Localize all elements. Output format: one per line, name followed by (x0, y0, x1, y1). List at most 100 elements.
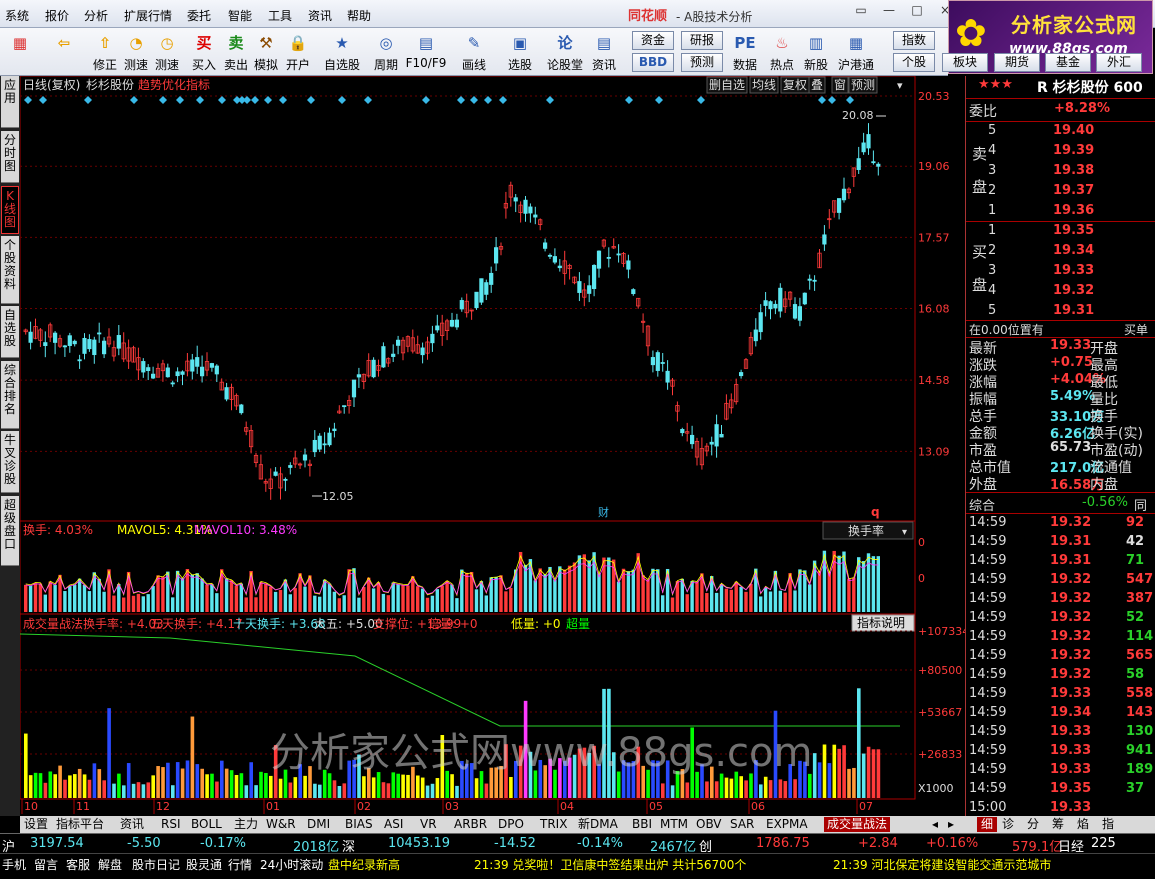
status-item[interactable]: 解盘 (98, 856, 122, 873)
panel-tab[interactable]: 焰 (1077, 817, 1089, 832)
left-tab-2[interactable]: K线图 (1, 186, 19, 234)
indicator-tab[interactable]: EXPMA (766, 817, 808, 832)
restore-icon[interactable]: ▭ (848, 0, 874, 22)
status-item[interactable]: 手机 (2, 856, 26, 873)
volstrat-bar (224, 768, 229, 798)
menu-extended[interactable]: 扩展行情 (124, 7, 172, 24)
indicator-tab[interactable]: BIAS (345, 817, 373, 832)
doc-button[interactable]: ▤ 资讯 (582, 30, 626, 74)
period-button[interactable]: ◎ 周期 (364, 30, 408, 74)
indicator-tab[interactable]: 成交量战法 (824, 817, 891, 832)
new-button[interactable]: ▥ 新股 (794, 30, 838, 74)
pen-button[interactable]: ✎ 画线 (452, 30, 496, 74)
hammer-button[interactable]: ⚒ 模拟 (250, 30, 282, 74)
menu-help[interactable]: 帮助 (347, 7, 371, 24)
volstrat-bar (719, 773, 724, 798)
bbd-button[interactable]: BBD (632, 53, 674, 72)
left-tab-5[interactable]: 综合排名 (1, 361, 19, 429)
menu-analysis[interactable]: 分析 (84, 7, 108, 24)
news-ticker-1[interactable]: 盘中纪录新高 (328, 856, 400, 873)
panel-tab[interactable]: 指 (1102, 817, 1114, 832)
panel-tab[interactable]: 筹 (1052, 817, 1064, 832)
news-ticker-2[interactable]: 21:39 兑奖啦！卫信康中签结果出炉 共计56700个 (474, 856, 746, 873)
candle-body (768, 301, 773, 310)
indicator-tab[interactable]: SAR (730, 817, 754, 832)
clock-button[interactable]: ◷ 测速 (151, 30, 183, 74)
indicator-tab[interactable]: MTM (660, 817, 688, 832)
minimize-icon[interactable]: — (876, 0, 902, 22)
indicator-tab[interactable]: 主力 (234, 817, 258, 832)
buy-button[interactable]: 买买入 (188, 30, 220, 74)
volstrat-bar (234, 774, 239, 798)
scroll-right-icon[interactable]: ▸ (948, 817, 954, 832)
indicator-tab[interactable]: 指标平台 (56, 817, 104, 832)
fund2-button[interactable]: 基金 (1045, 53, 1091, 72)
index-button[interactable]: 指数 (893, 31, 935, 50)
back-arrow-button[interactable]: ⇦ (48, 30, 80, 74)
stock-button[interactable]: 个股 (893, 53, 935, 72)
indicator-tab[interactable]: RSI (161, 817, 181, 832)
left-tab-0[interactable]: 应用 (1, 76, 19, 128)
panel-tab[interactable]: 分 (1027, 817, 1039, 832)
futures-button[interactable]: 期货 (994, 53, 1040, 72)
indicator-tab[interactable]: ASI (384, 817, 403, 832)
volstrat-bar (661, 783, 665, 798)
left-tab-7[interactable]: 超级盘口 (1, 496, 19, 566)
indicator-tab[interactable]: BOLL (191, 817, 222, 832)
indicator-tab[interactable]: OBV (696, 817, 722, 832)
status-item[interactable]: 留言 (34, 856, 58, 873)
lun-button[interactable]: 论论股堂 (543, 30, 587, 74)
status-item[interactable]: 客服 (66, 856, 90, 873)
menu-quote[interactable]: 报价 (45, 7, 69, 24)
news-ticker-3[interactable]: 21:39 河北保定将建设智能交通示范城市 (833, 856, 1051, 873)
hk-button[interactable]: ▦ 沪港通 (834, 30, 878, 74)
menu-tools[interactable]: 工具 (268, 7, 292, 24)
indicator-tab[interactable]: 新DMA (578, 817, 618, 832)
sector-button[interactable]: 板块 (942, 53, 988, 72)
stock-select-button[interactable]: ▣ 选股 (498, 30, 542, 74)
report-button[interactable]: 研报 (681, 31, 723, 50)
status-item[interactable]: 24小时滚动 (260, 856, 323, 873)
forex-button[interactable]: 外汇 (1096, 53, 1142, 72)
dropdown-icon[interactable]: ▾ (897, 79, 903, 92)
menu-system[interactable]: 系统 (5, 7, 29, 24)
menu-order[interactable]: 委托 (187, 7, 211, 24)
left-tab-3[interactable]: 个股资料 (1, 236, 19, 304)
left-tab-6[interactable]: 牛叉诊股 (1, 431, 19, 493)
indicator-tab[interactable]: ARBR (454, 817, 487, 832)
color-grid-button[interactable]: ▦ (4, 30, 36, 74)
indicator-tab[interactable]: VR (420, 817, 437, 832)
dropdown-icon[interactable]: ▾ (902, 527, 907, 538)
status-item[interactable]: 股市日记 (132, 856, 180, 873)
indicator-tab[interactable]: DPO (498, 817, 524, 832)
turnover-bar (53, 584, 57, 612)
indicator-tab[interactable]: DMI (307, 817, 330, 832)
lock-button[interactable]: 🔒 开户 (282, 30, 314, 74)
menu-smart[interactable]: 智能 (228, 7, 252, 24)
panel-tab[interactable]: 细 (977, 817, 998, 832)
volstrat-bar (822, 744, 827, 798)
fund-button[interactable]: 资金 (632, 31, 674, 50)
chart-area[interactable]: 20.53 19.06 17.57 16.08 14.58 13.09 日线(复权) 杉杉股份… (20, 76, 965, 816)
indicator-tab[interactable]: 资讯 (120, 817, 144, 832)
maximize-icon[interactable]: □ (904, 0, 930, 22)
left-tab-4[interactable]: 自选股 (1, 306, 19, 358)
indicator-tab[interactable]: BBI (632, 817, 652, 832)
menu-news[interactable]: 资讯 (308, 7, 332, 24)
left-tab-1[interactable]: 分时图 (1, 131, 19, 183)
up-arrow-button[interactable]: ⇧ 修正 (89, 30, 121, 74)
star-button[interactable]: ★ 自选股 (320, 30, 364, 74)
panel-tab[interactable]: 诊 (1002, 817, 1014, 832)
buy-price: 19.33 (1053, 263, 1095, 278)
indicator-tab[interactable]: TRIX (540, 817, 567, 832)
sell-button[interactable]: 卖卖出 (220, 30, 252, 74)
candle-body (62, 345, 68, 348)
scroll-left-icon[interactable]: ◂ (932, 817, 938, 832)
status-item[interactable]: 行情 (228, 856, 252, 873)
f10-button[interactable]: ▤ F10/F9 (404, 30, 448, 74)
forecast-button[interactable]: 预测 (681, 53, 723, 72)
indicator-tab[interactable]: 设置 (24, 817, 48, 832)
status-item[interactable]: 股灵通 (186, 856, 222, 873)
indicator-tab[interactable]: W&R (266, 817, 296, 832)
measure-button[interactable]: ◔ 测速 (120, 30, 152, 74)
